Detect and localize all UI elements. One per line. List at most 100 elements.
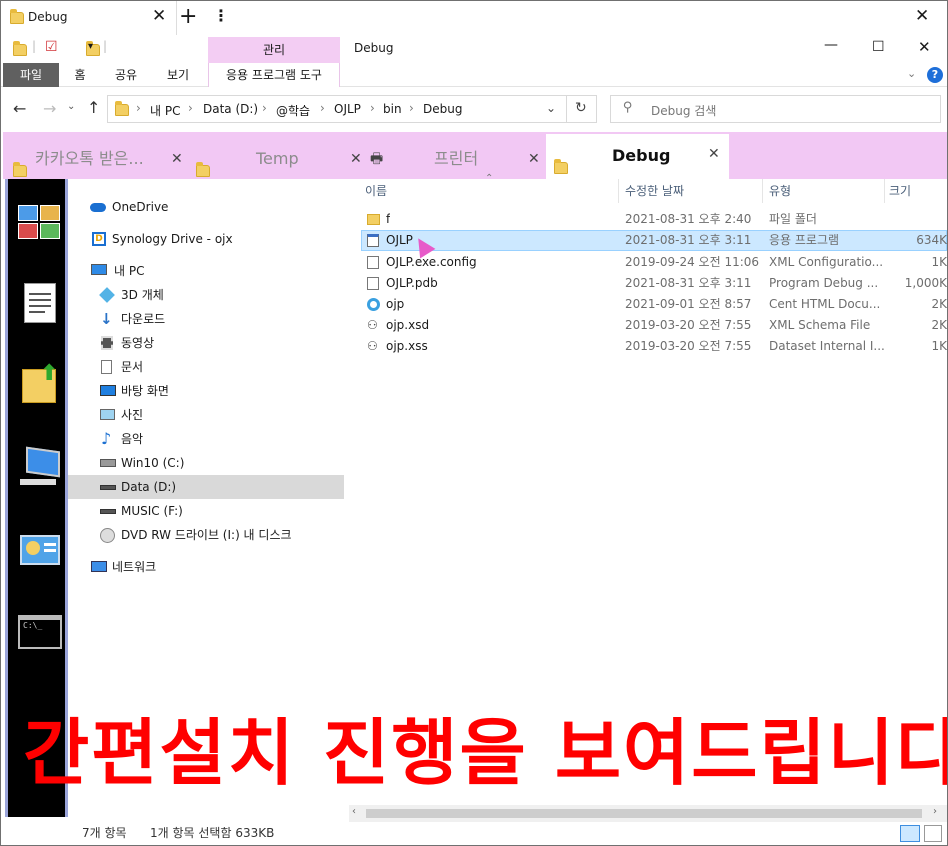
nav-item-documents[interactable]: 문서: [68, 355, 344, 379]
breadcrumb-study[interactable]: @학습: [276, 102, 310, 119]
file-size: 634K: [916, 233, 947, 247]
document-icon[interactable]: [18, 281, 62, 325]
nav-item-this-pc[interactable]: 내 PC: [68, 259, 344, 283]
nav-item-data-d[interactable]: Data (D:): [68, 475, 344, 499]
nav-item-desktop[interactable]: 바탕 화면: [68, 379, 344, 403]
tab-view[interactable]: 보기: [159, 63, 197, 87]
close-icon[interactable]: ✕: [152, 6, 166, 26]
up-arrow-icon[interactable]: ↑: [87, 98, 100, 117]
column-header-date[interactable]: 수정한 날짜: [619, 179, 763, 203]
file-row-f[interactable]: f 2021-08-31 오후 2:40 파일 폴더: [361, 209, 947, 230]
command-prompt-icon[interactable]: C:\_: [18, 611, 62, 655]
photos-icon[interactable]: [18, 201, 62, 245]
tab-file[interactable]: 파일: [3, 63, 59, 87]
outer-tab-debug[interactable]: Debug ✕: [1, 1, 177, 35]
minimize-icon[interactable]: —: [824, 37, 838, 53]
back-arrow-icon[interactable]: ←: [13, 99, 26, 118]
file-size: 1,000K: [904, 276, 947, 290]
music-note-icon: ♪: [101, 429, 112, 448]
close-icon[interactable]: ✕: [708, 134, 720, 174]
column-header-size[interactable]: 크기: [885, 179, 945, 203]
breadcrumb-ojlp[interactable]: OJLP: [334, 102, 361, 116]
inner-tab-kakao[interactable]: 카카오톡 받은... ✕: [5, 139, 187, 179]
folder-icon: [367, 214, 380, 225]
context-group-manage[interactable]: 관리: [208, 37, 340, 63]
address-dropdown-icon[interactable]: ⌄: [546, 101, 556, 115]
drive-c-icon: [100, 459, 116, 467]
breadcrumb-pc[interactable]: 내 PC: [150, 102, 180, 119]
nav-item-3d-objects[interactable]: 3D 개체: [68, 283, 344, 307]
file-type: XML Configuratio...: [769, 255, 884, 269]
scroll-left-icon[interactable]: ‹: [352, 806, 356, 817]
inner-tab-printer[interactable]: 🖶 프린터 ✕: [368, 139, 546, 179]
ribbon-expand-icon[interactable]: ⌄: [907, 67, 916, 80]
column-header-name[interactable]: 이름: [349, 179, 619, 203]
horizontal-scrollbar[interactable]: ‹ ›: [349, 805, 947, 822]
pdb-file-icon: [367, 277, 379, 290]
close-icon[interactable]: ✕: [528, 139, 540, 179]
upload-folder-icon[interactable]: ⬆: [18, 361, 62, 405]
help-icon[interactable]: ?: [927, 67, 943, 83]
quick-folder-icon[interactable]: [13, 41, 27, 56]
nav-item-network[interactable]: 네트워크: [68, 555, 344, 579]
status-bar: 7개 항목 1개 항목 선택함 633KB: [68, 822, 947, 845]
file-row-xss[interactable]: ⚇ ojp.xss 2019-03-20 오전 7:55 Dataset Int…: [361, 336, 947, 357]
window-close-icon[interactable]: ✕: [915, 6, 929, 26]
column-header-type[interactable]: 유형: [763, 179, 885, 203]
file-size: 2K: [931, 318, 947, 332]
scroll-right-icon[interactable]: ›: [933, 806, 937, 817]
nav-item-dvd[interactable]: DVD RW 드라이브 (I:) 내 디스크: [68, 523, 344, 547]
status-selection: 1개 항목 선택함 633KB: [150, 826, 275, 840]
breadcrumb-data[interactable]: Data (D:): [203, 102, 258, 116]
search-placeholder: Debug 검색: [651, 104, 717, 118]
control-panel-icon[interactable]: [18, 529, 62, 573]
file-name: ojp: [386, 297, 405, 311]
nav-item-videos[interactable]: 동영상: [68, 331, 344, 355]
address-bar[interactable]: › 내 PC › Data (D:) › @학습 › OJLP › bin › …: [107, 95, 567, 123]
breadcrumb-bin[interactable]: bin: [383, 102, 402, 116]
file-row-xsd[interactable]: ⚇ ojp.xsd 2019-03-20 오전 7:55 XML Schema …: [361, 315, 947, 336]
nav-item-music-f[interactable]: MUSIC (F:): [68, 499, 344, 523]
nav-item-onedrive[interactable]: OneDrive: [68, 195, 344, 219]
file-row-ojlp[interactable]: OJLP 2021-08-31 오후 3:11 응용 프로그램 634K: [361, 230, 947, 259]
close-icon[interactable]: ✕: [171, 139, 183, 179]
nav-item-win10[interactable]: Win10 (C:): [68, 451, 344, 475]
nav-item-downloads[interactable]: ↓ 다운로드: [68, 307, 344, 331]
customize-qa-icon[interactable]: ▾: [88, 41, 93, 52]
file-row-ojp[interactable]: ojp 2021-09-01 오전 8:57 Cent HTML Docu...…: [361, 294, 947, 315]
nav-item-pictures[interactable]: 사진: [68, 403, 344, 427]
folder-icon: [196, 162, 210, 177]
refresh-button[interactable]: ↻: [567, 95, 597, 123]
file-row-pdb[interactable]: OJLP.pdb 2021-08-31 오후 3:11 Program Debu…: [361, 273, 947, 294]
tab-home[interactable]: 홈: [63, 63, 97, 87]
properties-check-icon[interactable]: ☑: [45, 39, 58, 55]
computer-icon[interactable]: [18, 445, 62, 489]
breadcrumb-debug[interactable]: Debug: [423, 102, 462, 116]
tab-app-tools[interactable]: 응용 프로그램 도구: [208, 63, 340, 87]
nav-item-synology[interactable]: D Synology Drive - ojx: [68, 227, 344, 251]
address-folder-icon: [115, 101, 129, 116]
large-icons-view-icon[interactable]: [924, 825, 942, 842]
nav-item-music[interactable]: ♪ 음악: [68, 427, 344, 451]
search-input[interactable]: ⚲ Debug 검색: [610, 95, 941, 123]
tab-share[interactable]: 공유: [107, 63, 145, 87]
breadcrumb-sep-icon: ›: [409, 101, 414, 115]
more-options-icon[interactable]: ⋮: [213, 6, 229, 25]
new-tab-plus-icon[interactable]: +: [179, 4, 197, 29]
search-icon: ⚲: [623, 100, 633, 115]
config-file-icon: [367, 256, 379, 269]
dvd-disc-icon: [100, 528, 115, 543]
inner-tab-temp[interactable]: Temp ✕: [190, 139, 368, 179]
close-window-icon[interactable]: ✕: [918, 38, 931, 56]
maximize-icon[interactable]: ☐: [872, 39, 885, 55]
file-type: Cent HTML Docu...: [769, 297, 881, 311]
details-view-icon[interactable]: [900, 825, 920, 842]
forward-arrow-icon[interactable]: →: [43, 99, 56, 118]
close-icon[interactable]: ✕: [350, 139, 362, 179]
file-row-config[interactable]: OJLP.exe.config 2019-09-24 오전 11:06 XML …: [361, 252, 947, 273]
scroll-thumb[interactable]: [366, 809, 922, 818]
nav-item-label: DVD RW 드라이브 (I:) 내 디스크: [121, 528, 292, 542]
recent-chevron-icon[interactable]: ⌄: [67, 101, 75, 112]
inner-tab-debug[interactable]: Debug ✕: [546, 134, 729, 179]
file-type: 파일 폴더: [769, 212, 817, 226]
